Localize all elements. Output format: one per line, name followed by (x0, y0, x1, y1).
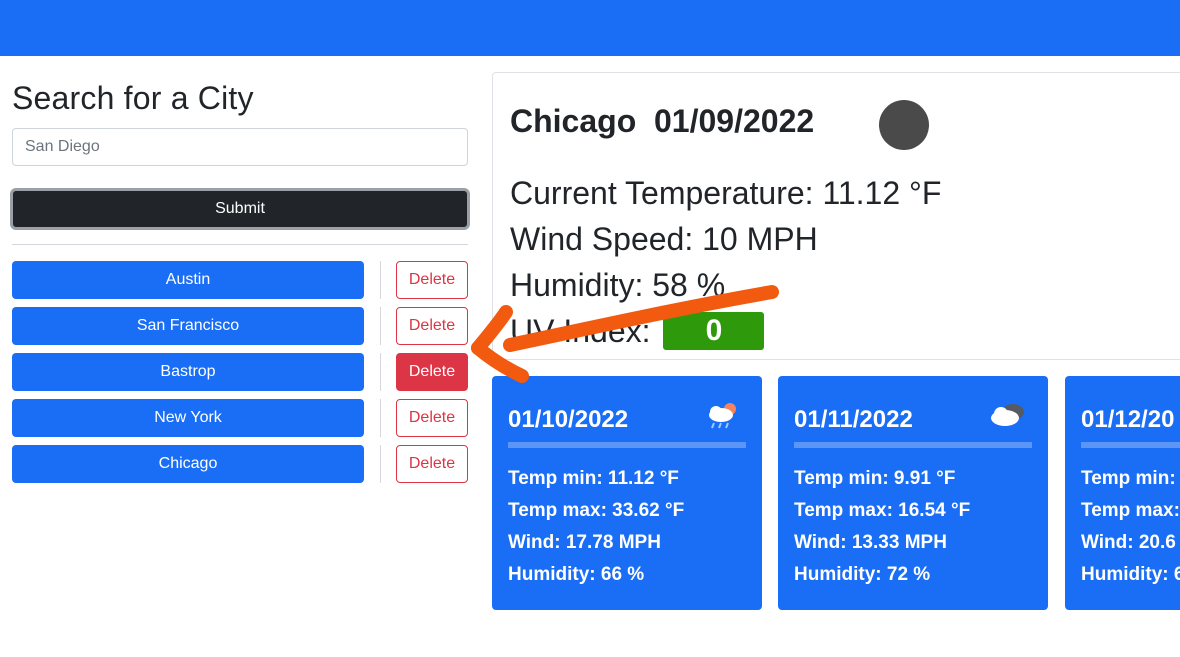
delete-button-new-york[interactable]: Delete (396, 399, 468, 437)
divider (1081, 442, 1180, 448)
history-row: Chicago Delete (12, 445, 468, 491)
history-row: Bastrop Delete (12, 353, 468, 399)
forecast-temp-max: Temp max: 33.62 °F (508, 500, 685, 521)
top-navbar (0, 0, 1180, 56)
divider (380, 353, 381, 391)
history-city-button-san-francisco[interactable]: San Francisco (12, 307, 364, 345)
current-weather-card: Chicago 01/09/2022 Current Temperature: … (492, 72, 1180, 360)
history-row: New York Delete (12, 399, 468, 445)
forecast-temp-max: Temp max: (1081, 500, 1180, 521)
history-city-button-austin[interactable]: Austin (12, 261, 364, 299)
history-row: Austin Delete (12, 261, 468, 307)
forecast-date: 01/10/2022 (508, 406, 629, 433)
uv-index-badge: 0 (663, 311, 765, 350)
current-city-name: Chicago (510, 103, 637, 139)
forecast-wind: Wind: 17.78 MPH (508, 532, 661, 553)
city-search-input[interactable] (12, 128, 468, 166)
forecast-card: 01/10/2022 Temp min: 11.12 °F Temp max: … (492, 376, 762, 610)
divider (794, 442, 1032, 448)
current-wind-speed: Wind Speed: 10 MPH (510, 221, 818, 257)
history-city-button-chicago[interactable]: Chicago (12, 445, 364, 483)
divider (380, 307, 381, 345)
uv-index-label: UV Index: (510, 313, 651, 349)
forecast-date: 01/11/2022 (794, 406, 913, 433)
delete-button-san-francisco[interactable]: Delete (396, 307, 468, 345)
divider (380, 399, 381, 437)
weather-icon (879, 100, 929, 150)
submit-button[interactable]: Submit (10, 188, 470, 230)
history-city-button-bastrop[interactable]: Bastrop (12, 353, 364, 391)
forecast-wind: Wind: 13.33 MPH (794, 532, 947, 553)
forecast-humidity: Humidity: 66 % (508, 564, 645, 585)
forecast-card: 01/11/2022 Temp min: 9.91 °F Temp max: 1… (778, 376, 1048, 610)
forecast-humidity: Humidity: 72 % (794, 564, 931, 585)
history-row: San Francisco Delete (12, 307, 468, 353)
search-history-list: Austin Delete San Francisco Delete Bastr… (12, 261, 468, 491)
delete-button-bastrop[interactable]: Delete (396, 353, 468, 391)
history-city-button-new-york[interactable]: New York (12, 399, 364, 437)
forecast-temp-min: Temp min: 11.12 °F (508, 468, 679, 489)
divider (508, 442, 746, 448)
current-humidity: Humidity: 58 % (510, 267, 726, 303)
forecast-date: 01/12/20 (1081, 406, 1175, 433)
search-title: Search for a City (12, 80, 254, 116)
forecast-card: 01/12/20 Temp min: Temp max: Wind: 20.6 … (1065, 376, 1180, 610)
forecast-temp-min: Temp min: (1081, 468, 1176, 489)
forecast-temp-min: Temp min: 9.91 °F (794, 468, 956, 489)
rain-cloud-icon (709, 403, 736, 429)
divider (12, 244, 468, 245)
forecast-temp-max: Temp max: 16.54 °F (794, 500, 971, 521)
delete-button-chicago[interactable]: Delete (396, 445, 468, 483)
cloud-icon (991, 404, 1024, 426)
divider (380, 445, 381, 483)
delete-button-austin[interactable]: Delete (396, 261, 468, 299)
current-temperature: Current Temperature: 11.12 °F (510, 175, 942, 211)
forecast-wind: Wind: 20.6 (1081, 532, 1176, 553)
current-date: 01/09/2022 (654, 103, 815, 139)
current-uv-index: UV Index: 0 (510, 311, 765, 353)
divider (380, 261, 381, 299)
forecast-humidity: Humidity: 6 (1081, 564, 1180, 585)
